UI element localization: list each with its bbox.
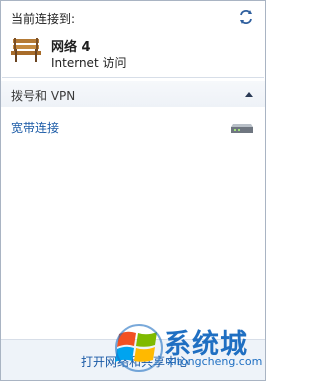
network-flyout-panel: 当前连接到: 网络 4 Internet 访问 拨号和 VPN 宽带连接 打开网… [0,0,266,381]
connected-to-label: 当前连接到: [11,12,76,26]
chevron-up-icon[interactable] [245,92,253,97]
dialup-vpn-section-title: 拨号和 VPN [11,89,76,103]
broadband-connection-item[interactable]: 宽带连接 [11,119,59,136]
refresh-icon [240,10,252,24]
network-name: 网络 4 [51,40,91,55]
modem-icon [231,124,253,133]
watermark: 系统城 xitongcheng.com [113,320,263,376]
refresh-button[interactable] [237,8,255,26]
section-divider [2,77,264,78]
park-bench-network-icon [11,38,41,62]
watermark-url: xitongcheng.com [167,355,263,368]
windows-logo-icon [115,324,163,372]
network-access-status: Internet 访问 [51,56,127,70]
